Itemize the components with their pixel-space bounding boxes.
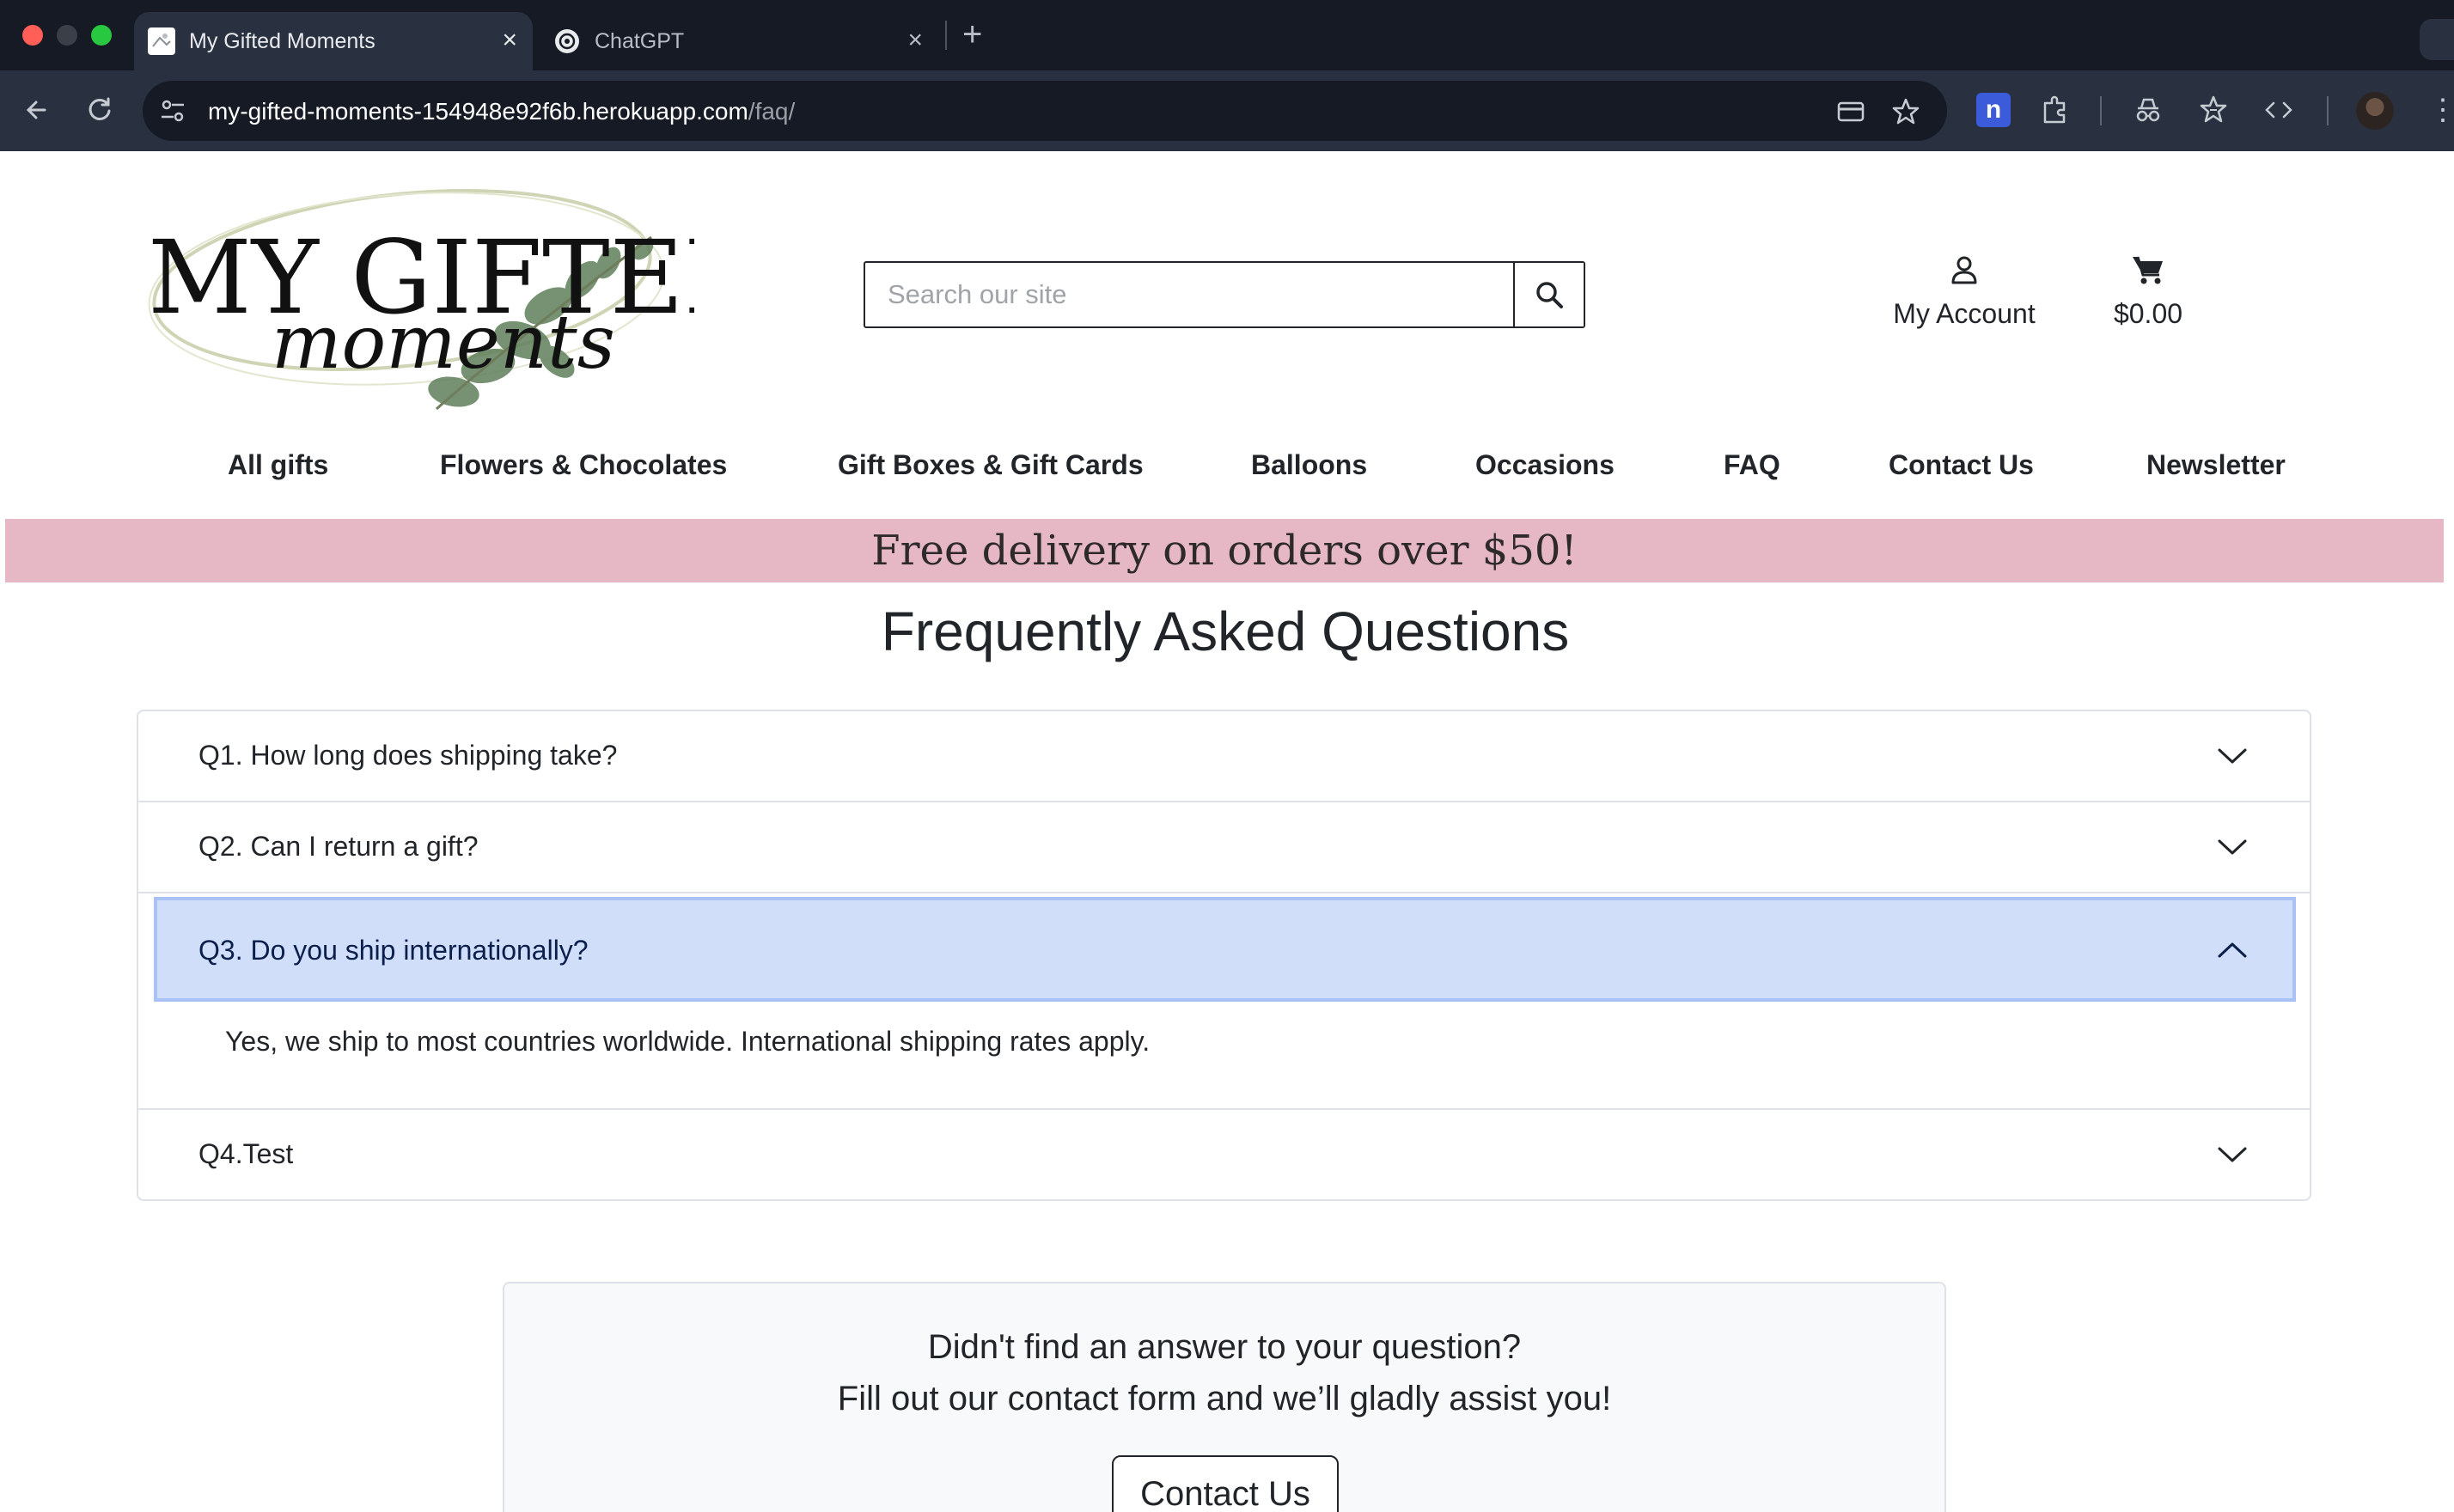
tab-my-gifted-moments[interactable]: My Gifted Moments × xyxy=(134,12,533,70)
contact-prompt-card: Didn't find an answer to your question? … xyxy=(503,1282,1946,1512)
faq-question: Q4.Test xyxy=(198,1138,294,1169)
nav-newsletter[interactable]: Newsletter xyxy=(2146,449,2286,481)
user-icon xyxy=(1951,256,1977,284)
site-favicon-icon xyxy=(148,27,175,55)
url-host: my-gifted-moments-154948e92f6b.herokuapp… xyxy=(208,98,748,125)
faq-question: Q2. Can I return a gift? xyxy=(198,831,479,862)
minimize-window-button[interactable] xyxy=(57,25,77,46)
tab-title: ChatGPT xyxy=(595,29,685,53)
faq-question-toggle[interactable]: Q2. Can I return a gift? xyxy=(138,802,2310,892)
my-account-link[interactable]: My Account xyxy=(1887,254,2042,330)
faq-question: Q3. Do you ship internationally? xyxy=(198,935,589,966)
tab-title: My Gifted Moments xyxy=(189,29,375,53)
nav-balloons[interactable]: Balloons xyxy=(1251,449,1367,481)
faq-question: Q1. How long does shipping take? xyxy=(198,740,618,771)
address-bar[interactable]: my-gifted-moments-154948e92f6b.herokuapp… xyxy=(143,81,1947,141)
cart-total: $0.00 xyxy=(2113,298,2183,329)
card-icon[interactable] xyxy=(1835,96,1866,127)
nav-gift-boxes-gift-cards[interactable]: Gift Boxes & Gift Cards xyxy=(838,449,1144,481)
browser-tab-bar: My Gifted Moments × ChatGPT × + xyxy=(0,0,2454,70)
web-page: MY GIFTED moments My Account $0.00 All g… xyxy=(0,151,2451,1512)
browser-toolbar: my-gifted-moments-154948e92f6b.herokuapp… xyxy=(0,70,2454,151)
search-input[interactable] xyxy=(865,263,1513,326)
nav-faq[interactable]: FAQ xyxy=(1724,449,1780,481)
tab-close-icon[interactable]: × xyxy=(502,27,517,54)
logo-text-line2: moments xyxy=(272,300,615,386)
promo-text: Free delivery on orders over $50! xyxy=(871,527,1578,575)
page-title: Frequently Asked Questions xyxy=(881,601,1570,662)
new-tab-button[interactable]: + xyxy=(962,14,982,55)
promo-banner: Free delivery on orders over $50! xyxy=(5,519,2444,582)
toolbar-divider xyxy=(2100,96,2102,125)
extensions-puzzle-icon[interactable] xyxy=(2038,93,2072,127)
maximize-window-button[interactable] xyxy=(91,25,112,46)
search-button[interactable] xyxy=(1513,263,1584,326)
search-icon xyxy=(1536,282,1563,308)
faq-item-expanded: Q3. Do you ship internationally? Yes, we… xyxy=(138,893,2310,1110)
site-logo[interactable]: MY GIFTED moments xyxy=(144,177,765,426)
faq-question-toggle[interactable]: Q1. How long does shipping take? xyxy=(138,711,2310,801)
chatgpt-favicon-icon xyxy=(553,27,581,55)
tab-search-button[interactable] xyxy=(2420,19,2454,60)
faq-item: Q2. Can I return a gift? xyxy=(138,802,2310,893)
incognito-icon[interactable] xyxy=(2131,93,2165,127)
reload-icon[interactable] xyxy=(81,91,119,129)
contact-prompt-line1: Didn't find an answer to your question? xyxy=(927,1328,1522,1366)
chevron-down-icon xyxy=(2218,1147,2247,1162)
chevron-up-icon xyxy=(2218,942,2247,958)
nav-all-gifts[interactable]: All gifts xyxy=(228,449,328,481)
chevron-down-icon xyxy=(2218,748,2247,764)
code-icon[interactable] xyxy=(2262,93,2296,127)
site-search xyxy=(864,261,1585,328)
faq-accordion: Q1. How long does shipping take? Q2. Can… xyxy=(137,710,2311,1201)
url-text: my-gifted-moments-154948e92f6b.herokuapp… xyxy=(208,98,795,125)
faq-answer: Yes, we ship to most countries worldwide… xyxy=(225,1026,1151,1057)
back-arrow-icon[interactable] xyxy=(19,91,57,129)
chevron-down-icon xyxy=(2218,839,2247,855)
profile-avatar[interactable] xyxy=(2356,92,2394,130)
faq-question-toggle[interactable]: Q3. Do you ship internationally? xyxy=(138,893,2310,998)
tab-chatgpt[interactable]: ChatGPT × xyxy=(540,12,938,70)
contact-us-button[interactable]: Contact Us xyxy=(1112,1455,1339,1512)
favorites-star-icon[interactable] xyxy=(2196,93,2231,127)
faq-item: Q1. How long does shipping take? xyxy=(138,711,2310,802)
my-account-label: My Account xyxy=(1893,298,2036,329)
browser-menu-icon[interactable]: ⋮ xyxy=(2428,89,2454,131)
toolbar-divider xyxy=(2327,96,2329,125)
faq-item: Q4.Test xyxy=(138,1110,2310,1199)
cart-link[interactable]: $0.00 xyxy=(2097,254,2200,330)
nav-flowers-chocolates[interactable]: Flowers & Chocolates xyxy=(440,449,727,481)
tab-close-icon[interactable]: × xyxy=(907,27,923,54)
nav-occasions[interactable]: Occasions xyxy=(1475,449,1615,481)
cart-icon xyxy=(2133,256,2163,284)
site-settings-icon[interactable] xyxy=(158,96,187,125)
contact-prompt-line2: Fill out our contact form and we’ll glad… xyxy=(837,1380,1612,1418)
nav-contact-us[interactable]: Contact Us xyxy=(1889,449,2034,481)
main-navigation: All gifts Flowers & Chocolates Gift Boxe… xyxy=(0,449,2451,501)
tab-divider xyxy=(945,21,947,50)
url-path: /faq/ xyxy=(748,98,796,125)
faq-question-toggle[interactable]: Q4.Test xyxy=(138,1110,2310,1199)
close-window-button[interactable] xyxy=(22,25,43,46)
n-extension-icon[interactable]: n xyxy=(1976,93,2011,127)
faq-answer-panel: Yes, we ship to most countries worldwide… xyxy=(138,997,2310,1108)
bookmark-star-icon[interactable] xyxy=(1890,96,1921,127)
